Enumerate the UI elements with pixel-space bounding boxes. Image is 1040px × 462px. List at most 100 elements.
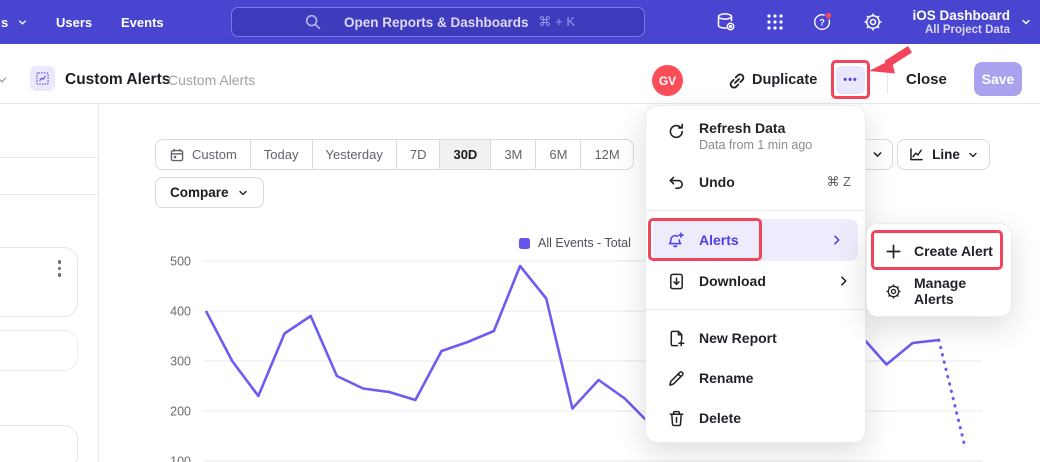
compare-label: Compare (170, 185, 229, 200)
menu-item-shortcut: ⌘ Z (826, 174, 851, 190)
avatar[interactable]: GV (652, 65, 683, 96)
legend-label: All Events - Total (538, 236, 631, 250)
tab-label: 30D (453, 147, 477, 162)
tab-label: 3M (504, 147, 522, 162)
menu-item-label: Download (699, 273, 837, 289)
save-button[interactable]: Save (974, 62, 1022, 96)
project-switcher[interactable]: iOS Dashboard All Project Data (912, 0, 1032, 44)
sidebar-row-divider (0, 194, 98, 195)
chevron-down-icon (967, 149, 979, 161)
tab-custom[interactable]: Custom (156, 140, 250, 169)
data-management-icon[interactable] (715, 11, 737, 33)
content-vertical-divider (98, 104, 99, 462)
tab-3m[interactable]: 3M (490, 140, 535, 169)
menu-item-refresh-data[interactable]: Refresh Data Data from 1 min ago (646, 114, 865, 162)
trash-icon (667, 409, 686, 428)
menu-item-undo[interactable]: Undo ⌘ Z (646, 162, 865, 202)
sidebar-card[interactable] (0, 425, 78, 462)
project-name: iOS Dashboard (912, 8, 1010, 24)
submenu-item-create-alert[interactable]: Create Alert (867, 231, 1011, 271)
sidebar-card[interactable] (0, 330, 78, 371)
tab-label: Yesterday (326, 147, 383, 162)
search-shortcut: ⌘ + K (539, 14, 576, 30)
duplicate-button[interactable]: Duplicate (752, 72, 817, 88)
refresh-icon (667, 122, 686, 141)
tab-today[interactable]: Today (250, 140, 312, 169)
tab-label: Today (264, 147, 299, 162)
menu-item-label: Alerts (699, 232, 830, 248)
svg-text:400: 400 (170, 305, 191, 319)
submenu-item-label: Create Alert (914, 243, 997, 259)
chevron-down-icon (17, 17, 28, 28)
tab-12m[interactable]: 12M (580, 140, 632, 169)
menu-item-download[interactable]: Download (646, 261, 865, 301)
svg-text:100: 100 (170, 455, 191, 462)
menu-divider (646, 309, 865, 310)
tab-label: 7D (410, 147, 427, 162)
close-button[interactable]: Close (906, 71, 947, 88)
menu-item-new-report[interactable]: New Report (646, 318, 865, 358)
kebab-menu-icon[interactable] (58, 260, 62, 277)
breadcrumb: Custom Alerts (168, 72, 255, 88)
search-icon (304, 13, 322, 31)
bell-plus-icon (667, 231, 686, 250)
menu-item-label: Undo (699, 174, 826, 190)
menu-divider (646, 210, 865, 211)
report-type-icon (30, 66, 55, 91)
menu-item-rename[interactable]: Rename (646, 358, 865, 398)
page-title: Custom Alerts (65, 71, 170, 89)
chart-type-label: Line (932, 147, 960, 162)
top-navbar: s Users Events Open Reports & Dashboards… (0, 0, 1040, 44)
menu-item-delete[interactable]: Delete (646, 398, 865, 438)
settings-gear-icon[interactable] (862, 11, 884, 33)
tab-label: 6M (549, 147, 567, 162)
submenu-item-manage-alerts[interactable]: Manage Alerts (867, 271, 1011, 311)
apps-grid-icon[interactable] (764, 11, 786, 33)
nav-item-users[interactable]: Users (56, 15, 92, 30)
more-options-button[interactable]: ••• (836, 66, 865, 94)
compare-button[interactable]: Compare (155, 177, 264, 208)
nav-item-partial[interactable]: s (1, 15, 28, 30)
svg-text:500: 500 (170, 255, 191, 269)
help-icon[interactable]: ? (812, 11, 834, 33)
menu-item-label: Delete (699, 410, 851, 426)
more-options-menu: Refresh Data Data from 1 min ago Undo ⌘ … (645, 105, 866, 443)
tab-label: 12M (594, 147, 619, 162)
svg-text:300: 300 (170, 355, 191, 369)
menu-item-label: New Report (699, 330, 851, 346)
menu-item-subtext: Data from 1 min ago (699, 138, 812, 153)
nav-partial-label: s (1, 15, 8, 30)
download-icon (667, 272, 686, 291)
chevron-down-icon (1020, 16, 1032, 28)
gear-icon (884, 282, 903, 301)
header-divider (887, 64, 888, 94)
tab-7d[interactable]: 7D (396, 140, 440, 169)
plus-icon (884, 242, 903, 261)
tab-yesterday[interactable]: Yesterday (312, 140, 396, 169)
share-link-icon[interactable] (726, 70, 748, 92)
insights-chart-icon (35, 71, 50, 86)
alerts-submenu: Create Alert Manage Alerts (866, 223, 1012, 317)
date-range-tabs: Custom Today Yesterday 7D 30D 3M 6M 12M (155, 139, 634, 170)
sidebar-card[interactable] (0, 247, 78, 317)
chart-legend[interactable]: All Events - Total (519, 236, 631, 250)
nav-item-events[interactable]: Events (121, 15, 164, 30)
menu-item-label: Refresh Data (699, 119, 812, 138)
calendar-icon (169, 147, 185, 163)
pencil-icon (667, 369, 686, 388)
legend-swatch-icon (519, 238, 530, 249)
svg-text:?: ? (819, 18, 825, 28)
submenu-item-label: Manage Alerts (914, 275, 997, 307)
menu-item-label: Rename (699, 370, 851, 386)
chevron-down-icon (237, 187, 249, 199)
global-search[interactable]: Open Reports & Dashboards ⌘ + K (231, 7, 645, 37)
tab-6m[interactable]: 6M (535, 140, 580, 169)
tab-30d-selected[interactable]: 30D (439, 140, 490, 169)
search-placeholder: Open Reports & Dashboards (344, 15, 529, 30)
chart-type-button[interactable]: Line (897, 139, 990, 170)
chevron-fragment-icon[interactable] (0, 73, 9, 87)
chevron-right-icon (837, 274, 851, 288)
chevron-down-icon (871, 148, 884, 161)
menu-item-alerts[interactable]: Alerts (653, 219, 858, 261)
svg-text:200: 200 (170, 405, 191, 419)
